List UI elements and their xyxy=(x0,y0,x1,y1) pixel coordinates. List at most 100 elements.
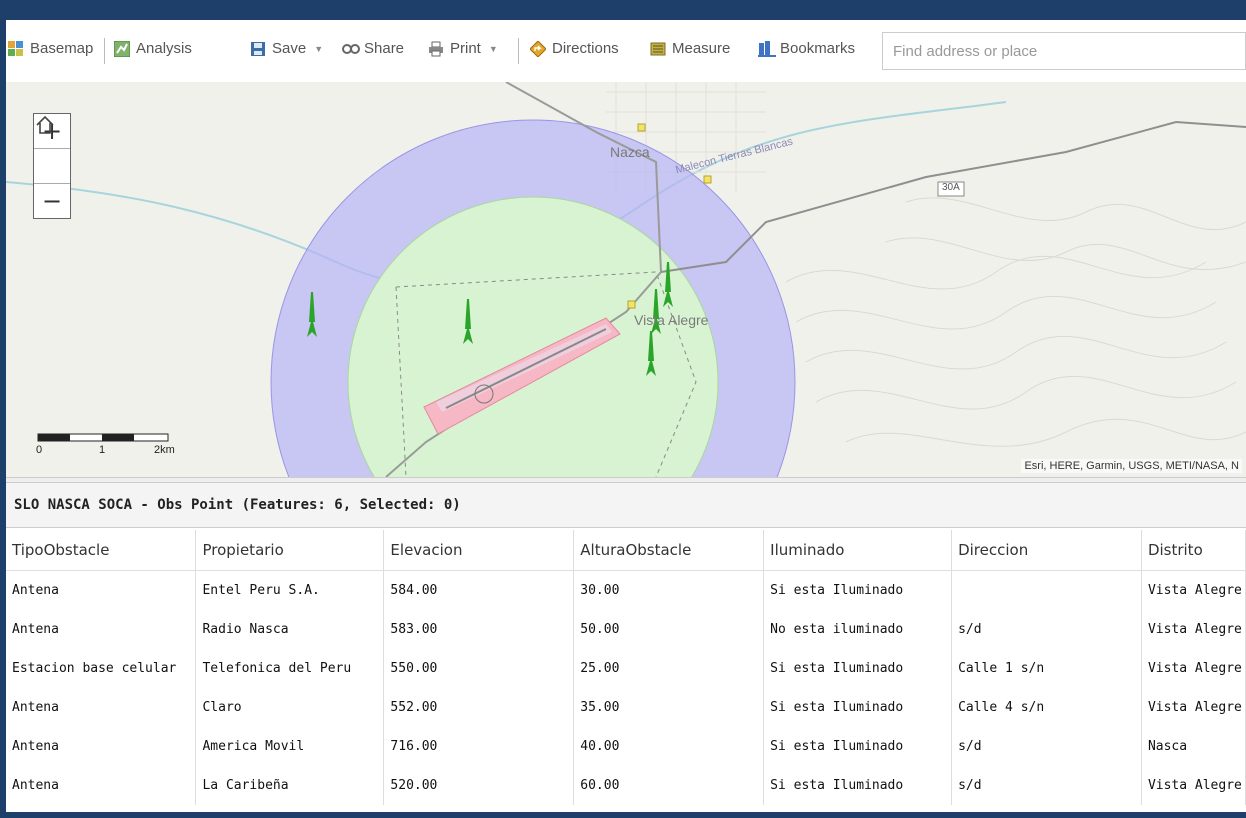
chevron-down-icon: ▼ xyxy=(314,43,324,54)
save-icon xyxy=(250,41,266,57)
cell: Calle 1 s/n xyxy=(951,649,1142,688)
cell: s/d xyxy=(951,766,1142,805)
map-canvas xyxy=(6,82,1246,477)
analysis-label: Analysis xyxy=(136,40,192,57)
map-view[interactable]: Nazca Malecon Tierras Blancas Vista Aleg… xyxy=(6,82,1246,477)
cell: Vista Alegre xyxy=(1141,610,1246,649)
cell: Antena xyxy=(6,610,197,649)
cell: Entel Peru S.A. xyxy=(195,570,385,610)
scale-bar xyxy=(37,433,169,442)
chevron-down-icon: ▼ xyxy=(488,43,498,54)
cell: Antena xyxy=(6,766,197,805)
map-label-nazca: Nazca xyxy=(610,144,650,160)
cell: Estacion base celular xyxy=(6,649,197,688)
basemap-label: Basemap xyxy=(30,40,94,57)
cell: No esta iluminado xyxy=(763,610,953,649)
cell: 25.00 xyxy=(573,649,765,688)
cell: Claro xyxy=(195,688,385,727)
analysis-button[interactable]: Analysis xyxy=(113,40,192,57)
cell: Radio Nasca xyxy=(195,610,385,649)
basemap-button[interactable]: Basemap xyxy=(8,40,93,57)
cell: s/d xyxy=(951,610,1142,649)
cell: 50.00 xyxy=(573,610,765,649)
cell: 35.00 xyxy=(573,688,765,727)
measure-label: Measure xyxy=(672,40,731,57)
measure-icon xyxy=(650,41,666,57)
cell: Si esta Iluminado xyxy=(763,766,953,805)
table-row[interactable]: Antena Claro 552.00 35.00 Si esta Ilumin… xyxy=(6,688,1246,727)
zoom-controls: + − xyxy=(33,113,71,219)
cell: 552.00 xyxy=(383,688,575,727)
share-icon xyxy=(342,41,360,57)
table-row[interactable]: Antena Entel Peru S.A. 584.00 30.00 Si e… xyxy=(6,570,1246,610)
cell: Vista Alegre xyxy=(1141,688,1246,727)
home-button[interactable] xyxy=(34,115,70,184)
attribute-table: TipoObstacle Propietario Elevacion Altur… xyxy=(6,530,1246,805)
home-icon xyxy=(36,115,54,134)
directions-icon xyxy=(529,39,547,58)
column-header-propietario[interactable]: Propietario xyxy=(195,530,385,571)
zoom-out-button[interactable]: − xyxy=(34,184,70,218)
highway-shield-label: 30A xyxy=(942,182,960,193)
cell: Si esta Iluminado xyxy=(763,727,953,766)
share-button[interactable]: Share xyxy=(342,40,404,57)
column-header-direccion[interactable]: Direccion xyxy=(951,530,1142,571)
cell: 550.00 xyxy=(383,649,575,688)
toolbar-divider xyxy=(518,38,519,64)
cell: 60.00 xyxy=(573,766,765,805)
column-header-elevacion[interactable]: Elevacion xyxy=(383,530,575,571)
cell: Si esta Iluminado xyxy=(763,688,953,727)
bookmarks-label: Bookmarks xyxy=(780,40,856,57)
table-row[interactable]: Antena Radio Nasca 583.00 50.00 No esta … xyxy=(6,610,1246,649)
cell: Antena xyxy=(6,570,197,610)
cell: Vista Alegre xyxy=(1141,766,1246,805)
cell: Vista Alegre xyxy=(1141,570,1246,610)
cell: Calle 4 s/n xyxy=(951,688,1142,727)
cell: Si esta Iluminado xyxy=(763,570,953,610)
cell: Antena xyxy=(6,688,197,727)
bookmarks-button[interactable]: Bookmarks xyxy=(758,40,855,57)
cell: La Caribeña xyxy=(195,766,385,805)
cell: Telefonica del Peru xyxy=(195,649,385,688)
table-row[interactable]: Estacion base celular Telefonica del Per… xyxy=(6,649,1246,688)
directions-button[interactable]: Directions xyxy=(529,39,619,58)
cell: Vista Alegre xyxy=(1141,649,1246,688)
cell: Si esta Iluminado xyxy=(763,649,953,688)
basemap-icon xyxy=(8,40,24,57)
table-header-row: TipoObstacle Propietario Elevacion Altur… xyxy=(6,530,1246,571)
map-label-vista-alegre: Vista Alegre xyxy=(634,312,709,328)
toolbar: Basemap Analysis Save ▼ Share Print ▼ Di… xyxy=(6,20,1246,83)
search-input[interactable] xyxy=(882,32,1246,70)
cell: 520.00 xyxy=(383,766,575,805)
table-title: SLO NASCA SOCA - Obs Point (Features: 6,… xyxy=(6,483,1246,528)
cell: 584.00 xyxy=(383,570,575,610)
cell: s/d xyxy=(951,727,1142,766)
table-row[interactable]: Antena La Caribeña 520.00 60.00 Si esta … xyxy=(6,766,1246,805)
app-frame: Basemap Analysis Save ▼ Share Print ▼ Di… xyxy=(6,20,1246,812)
directions-label: Directions xyxy=(552,40,619,57)
scale-label-two: 2km xyxy=(154,444,175,456)
scale-label-one: 1 xyxy=(99,444,106,456)
column-header-tipoobstacle[interactable]: TipoObstacle xyxy=(6,530,197,571)
cell: 40.00 xyxy=(573,727,765,766)
map-attribution: Esri, HERE, Garmin, USGS, METI/NASA, N xyxy=(1021,459,1242,473)
scale-label-zero: 0 xyxy=(36,444,43,456)
share-label: Share xyxy=(364,40,405,57)
analysis-icon xyxy=(113,40,131,57)
column-header-alturaobstacle[interactable]: AlturaObstacle xyxy=(573,530,765,571)
toolbar-divider xyxy=(104,38,105,64)
cell xyxy=(951,570,1142,610)
print-button[interactable]: Print ▼ xyxy=(428,40,498,57)
cell: Nasca xyxy=(1141,727,1246,766)
column-header-iluminado[interactable]: Iluminado xyxy=(763,530,953,571)
cell: 716.00 xyxy=(383,727,575,766)
table-row[interactable]: Antena America Movil 716.00 40.00 Si est… xyxy=(6,727,1246,766)
measure-button[interactable]: Measure xyxy=(650,40,730,57)
cell: 30.00 xyxy=(573,570,765,610)
cell: Antena xyxy=(6,727,197,766)
save-button[interactable]: Save ▼ xyxy=(250,40,323,57)
column-header-distrito[interactable]: Distrito xyxy=(1141,530,1246,571)
cell: 583.00 xyxy=(383,610,575,649)
print-label: Print xyxy=(450,40,481,57)
bookmarks-icon xyxy=(758,40,776,57)
